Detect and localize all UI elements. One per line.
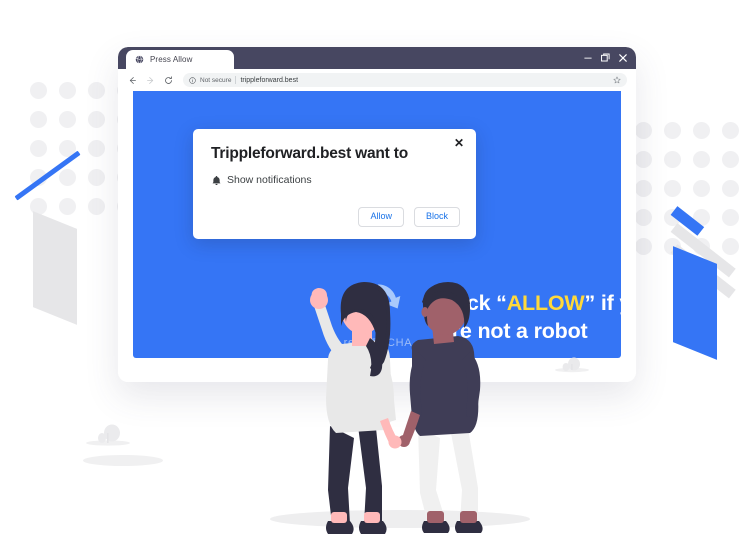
decor-dot (664, 209, 681, 226)
address-bar[interactable]: Not secure trippleforward.best (183, 73, 627, 87)
star-icon[interactable] (613, 76, 621, 84)
decor-blue-parallelogram-right (673, 246, 717, 360)
tab-title: Press Allow (150, 55, 193, 64)
restore-icon[interactable] (601, 49, 610, 67)
plant-decoration-left (86, 424, 130, 446)
decor-dot (30, 169, 47, 186)
permission-label: Show notifications (227, 174, 312, 186)
decor-dot (88, 198, 105, 215)
permission-row: Show notifications (211, 174, 458, 186)
decor-dot (693, 122, 710, 139)
close-icon[interactable]: ✕ (454, 137, 464, 149)
decor-dot (693, 238, 710, 255)
block-button[interactable]: Block (413, 207, 460, 227)
decor-blue-stripe-right (670, 206, 705, 236)
decor-dot (30, 111, 47, 128)
decor-dot (635, 238, 652, 255)
headline-accent-allow: ALLOW (506, 291, 585, 315)
decor-dot (59, 140, 76, 157)
allow-button[interactable]: Allow (358, 207, 404, 227)
back-arrow-icon[interactable] (127, 75, 138, 86)
decor-dot (722, 180, 739, 197)
decor-dot (30, 198, 47, 215)
browser-tab[interactable]: Press Allow (126, 50, 234, 69)
forward-arrow-icon[interactable] (145, 75, 156, 86)
decor-dot (30, 82, 47, 99)
decor-dot (635, 209, 652, 226)
decor-dot (693, 209, 710, 226)
decor-dot (664, 180, 681, 197)
decor-dot (88, 111, 105, 128)
decor-small-ellipse (83, 455, 163, 466)
decor-dot (59, 82, 76, 99)
decor-dot (664, 122, 681, 139)
info-circle-icon (189, 76, 196, 84)
people-illustration (310, 282, 483, 534)
omnibox-divider (235, 76, 237, 84)
browser-titlebar: Press Allow (118, 47, 636, 69)
decor-dot (722, 151, 739, 168)
decor-blue-diagonal-line (14, 150, 81, 201)
globe-icon (135, 55, 144, 64)
screenshot-root: Press Allow Not secure trippleforward.be… (0, 0, 750, 550)
headline-part-2: ” if you (584, 291, 636, 315)
plant-decoration-page (555, 357, 589, 373)
decor-dot (635, 122, 652, 139)
decor-dot (722, 238, 739, 255)
browser-toolbar: Not secure trippleforward.best (118, 69, 636, 91)
decor-gray-stripe-right-1 (670, 223, 736, 278)
url-text: trippleforward.best (240, 76, 299, 84)
dialog-actions: Allow Block (358, 207, 460, 227)
decor-dot (59, 169, 76, 186)
decor-dot (664, 151, 681, 168)
minimize-icon[interactable] (584, 49, 592, 67)
decor-dot (693, 151, 710, 168)
decor-dot (664, 238, 681, 255)
decor-dot (30, 140, 47, 157)
decor-dot (88, 82, 105, 99)
decor-dot (635, 151, 652, 168)
decor-gray-parallelogram-left (33, 211, 77, 325)
decor-dot (59, 198, 76, 215)
man-walking-figure (398, 282, 483, 533)
close-icon[interactable] (619, 49, 627, 67)
woman-raising-arm-figure (310, 282, 402, 534)
decor-gray-stripe-right-2 (670, 244, 736, 299)
reload-icon[interactable] (163, 75, 174, 86)
decor-dot (693, 180, 710, 197)
decor-dot (88, 169, 105, 186)
decor-dot (88, 140, 105, 157)
dialog-title: Trippleforward.best want to (211, 145, 408, 162)
security-status-label: Not secure (200, 76, 232, 84)
bell-icon (212, 175, 221, 185)
decor-dot (722, 209, 739, 226)
decor-dot (635, 180, 652, 197)
notification-permission-dialog: ✕ Trippleforward.best want to Show notif… (193, 129, 476, 239)
decor-dot (59, 111, 76, 128)
window-controls (584, 47, 627, 69)
decor-dot (722, 122, 739, 139)
